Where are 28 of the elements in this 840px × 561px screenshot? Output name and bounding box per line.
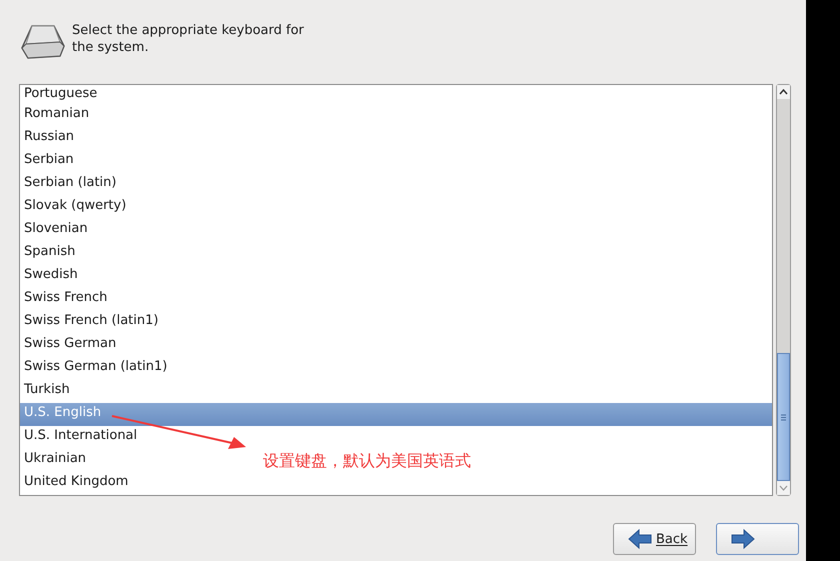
scroll-down-icon[interactable] <box>777 481 790 495</box>
keyboard-option[interactable]: Turkish <box>20 380 74 403</box>
keyboard-option[interactable]: U.S. International <box>20 426 142 449</box>
scroll-thumb[interactable] <box>777 353 790 481</box>
keyboard-option[interactable]: Swiss German (latin1) <box>20 357 172 380</box>
keyboard-option[interactable]: Slovak (qwerty) <box>20 196 130 219</box>
keyboard-option[interactable]: Ukrainian <box>20 449 90 472</box>
keyboard-option[interactable]: Slovenian <box>20 219 92 242</box>
keyboard-option[interactable]: Swiss French (latin1) <box>20 311 162 334</box>
left-arrow-icon <box>628 528 652 550</box>
scroll-up-icon[interactable] <box>777 85 790 99</box>
scrollbar[interactable] <box>776 84 791 496</box>
next-button[interactable] <box>716 523 799 555</box>
keyboard-option[interactable]: Swiss French <box>20 288 112 311</box>
keyboard-key-icon <box>20 24 66 60</box>
keyboard-option[interactable]: United Kingdom <box>20 472 132 495</box>
keyboard-option[interactable]: Serbian <box>20 150 78 173</box>
keyboard-option[interactable]: Serbian (latin) <box>20 173 120 196</box>
keyboard-option[interactable]: Romanian <box>20 104 94 127</box>
annotation-text: 设置键盘，默认为美国英语式 <box>263 451 471 472</box>
keyboard-option[interactable]: Swedish <box>20 265 82 288</box>
instruction-text: Select the appropriate keyboard for the system. <box>72 22 305 56</box>
back-button[interactable]: Back <box>613 523 696 555</box>
keyboard-option[interactable]: Swiss German <box>20 334 120 357</box>
keyboard-option[interactable]: Russian <box>20 127 78 150</box>
right-arrow-icon <box>731 528 755 550</box>
keyboard-option[interactable]: Spanish <box>20 242 80 265</box>
keyboard-option[interactable]: Portuguese <box>20 85 102 104</box>
